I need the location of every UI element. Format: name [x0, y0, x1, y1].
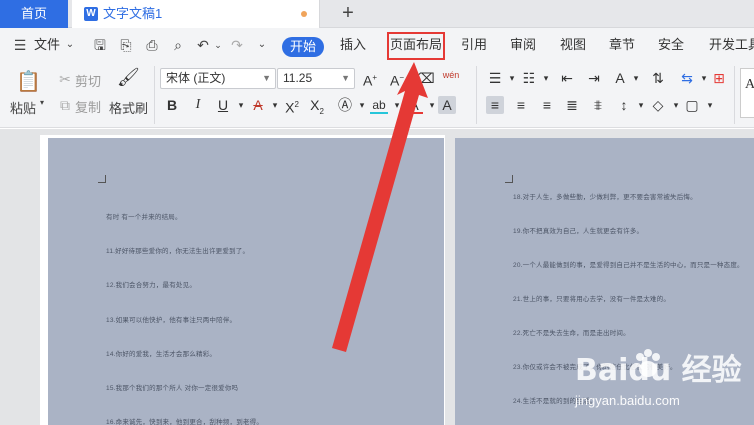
watermark-url: jingyan.baidu.com	[575, 393, 680, 408]
baidu-jingyan-watermark: Baidu 经验 jingyan.baidu.com	[575, 345, 745, 425]
watermark-brand: Baidu 经验	[575, 353, 742, 388]
